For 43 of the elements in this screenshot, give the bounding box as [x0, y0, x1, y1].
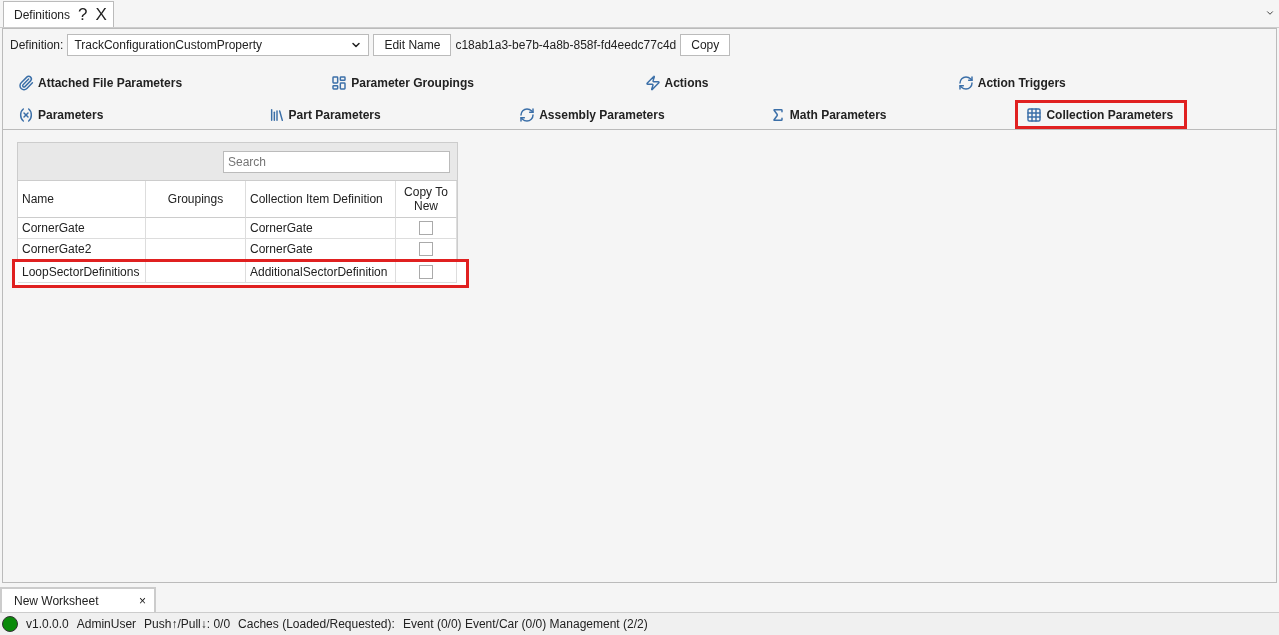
tab[interactable]: Math Parameters	[764, 100, 892, 129]
status-text: Push↑/Pull↓: 0/0	[144, 617, 231, 631]
close-button[interactable]: X	[95, 4, 107, 25]
dropdown-caret-icon[interactable]	[1265, 8, 1275, 18]
tab[interactable]: Parameters	[13, 100, 109, 129]
checkbox[interactable]	[419, 265, 433, 279]
document-tab[interactable]: Definitions ? X	[3, 1, 114, 27]
close-button[interactable]: ×	[139, 593, 146, 608]
tab[interactable]: Action Triggers	[952, 69, 1071, 96]
definition-dropdown[interactable]: TrackConfigurationCustomProperty	[67, 34, 370, 56]
variable-icon	[18, 107, 34, 123]
grid-icon	[1026, 107, 1043, 123]
table-row[interactable]: LoopSectorDefinitions AdditionalSectorDefinition	[12, 259, 469, 288]
worksheet-tab[interactable]: New Worksheet ×	[0, 587, 156, 612]
lightning-icon	[644, 75, 661, 91]
edit-name-button[interactable]: Edit Name	[373, 34, 452, 56]
status-text: Caches (Loaded/Requested):	[238, 617, 395, 631]
table-row[interactable]: CornerGate CornerGate	[18, 218, 457, 239]
tab-title: Definitions	[14, 7, 71, 22]
table-cell: AdditionalSectorDefinition	[246, 262, 396, 283]
tab[interactable]: Attached File Parameters	[13, 69, 188, 96]
tab[interactable]: Parameter Groupings	[326, 69, 479, 96]
definition-label: Definition:	[10, 38, 64, 52]
checkbox[interactable]	[419, 221, 433, 235]
tab[interactable]: Actions	[639, 69, 714, 96]
tab[interactable]: Collection Parameters	[1015, 100, 1188, 129]
help-button[interactable]: ?	[78, 4, 88, 25]
tab-title: New Worksheet	[14, 593, 99, 608]
definition-id: c18ab1a3-be7b-4a8b-858f-fd4eedc77c4d	[455, 38, 677, 52]
checkbox[interactable]	[419, 242, 433, 256]
paperclip-icon	[18, 75, 34, 91]
books-icon	[268, 107, 285, 123]
status-text: Event (0/0) Event/Car (0/0) Management (2/2)	[402, 617, 648, 631]
tab[interactable]: Part Parameters	[263, 100, 386, 129]
cycle-icon	[519, 107, 536, 123]
copy-button[interactable]: Copy	[680, 34, 731, 56]
status-text: AdminUser	[76, 617, 137, 631]
search-field[interactable]: Search	[223, 150, 450, 173]
tab[interactable]: Assembly Parameters	[514, 100, 670, 129]
status-text: v1.0.0.0	[26, 617, 69, 631]
cycle-icon	[957, 75, 974, 91]
table-cell: LoopSectorDefinitions	[18, 262, 146, 283]
tiles-icon	[331, 75, 348, 91]
